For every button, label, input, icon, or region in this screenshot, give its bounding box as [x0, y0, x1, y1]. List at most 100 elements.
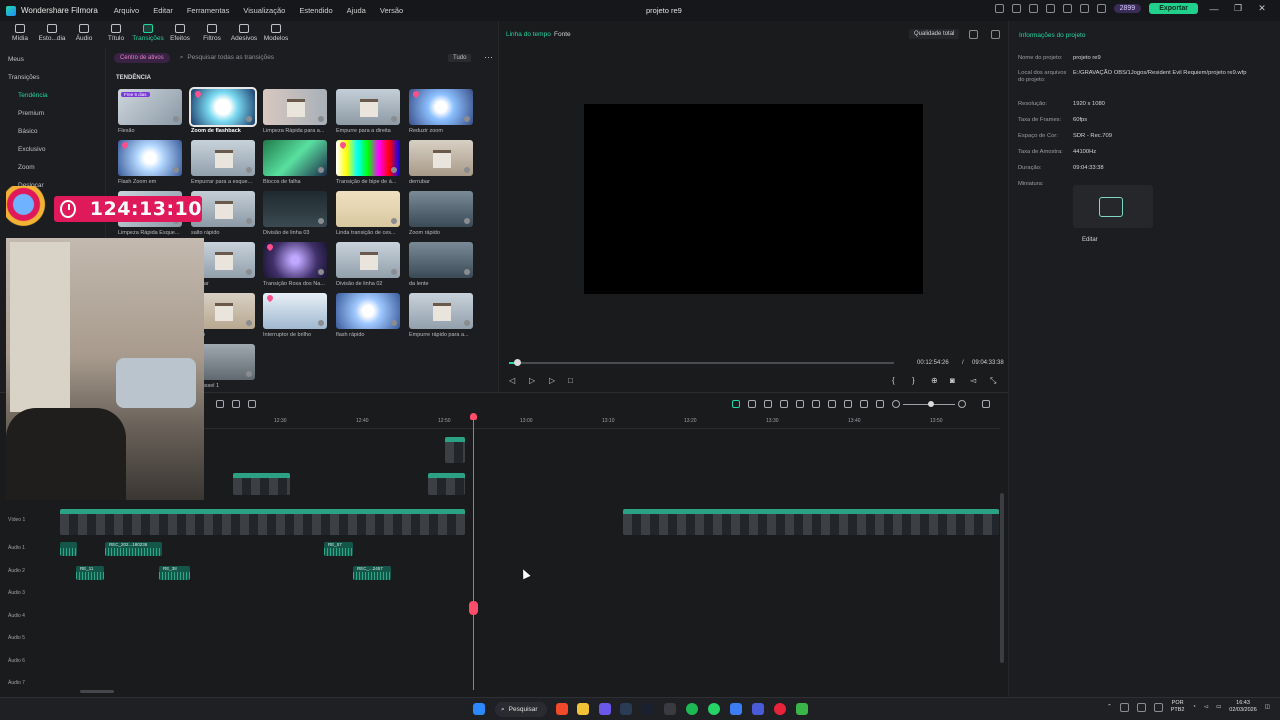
transition-card[interactable]: flash rápido — [336, 293, 400, 338]
transition-card[interactable]: Free 6 dias Flexão — [118, 89, 182, 134]
download-icon[interactable] — [246, 269, 252, 275]
asset-center-button[interactable]: Centro de ativos — [114, 52, 170, 63]
chevron-up-icon[interactable]: ⌃ — [1107, 704, 1112, 710]
preview-canvas[interactable] — [584, 104, 923, 294]
timeline-clip[interactable] — [445, 437, 465, 463]
download-icon[interactable] — [246, 218, 252, 224]
shield-icon[interactable] — [748, 400, 756, 408]
close-icon[interactable]: ✕ — [1254, 3, 1270, 14]
audio-clip[interactable]: REC_202...180236 — [105, 542, 162, 556]
mic-icon[interactable] — [828, 400, 836, 408]
brave-icon[interactable] — [556, 703, 568, 715]
transition-card[interactable]: Divisão de linha 02 — [336, 242, 400, 287]
menu-visualizacao[interactable]: Visualização — [243, 6, 285, 15]
transition-card[interactable]: Empurrar para a esque... — [191, 140, 255, 185]
stop-icon[interactable]: □ — [568, 376, 573, 385]
seek-handle[interactable] — [513, 359, 521, 366]
preview-seekbar[interactable] — [509, 359, 894, 366]
language-indicator[interactable]: POR PTB2 — [1171, 700, 1185, 714]
whatsapp-icon[interactable] — [708, 703, 720, 715]
settings-icon[interactable] — [1096, 4, 1106, 13]
category-basic[interactable]: Básico — [18, 128, 38, 135]
video-clip[interactable]: pr2 — [623, 509, 999, 535]
mixer-icon[interactable] — [844, 400, 852, 408]
playhead-knob[interactable] — [469, 601, 478, 615]
tab-effects[interactable]: Efeitos — [168, 21, 192, 47]
download-icon[interactable] — [391, 218, 397, 224]
transition-card[interactable]: Linda transição de ces... — [336, 191, 400, 236]
tab-templates[interactable]: Modelos — [264, 21, 288, 47]
opera-icon[interactable] — [774, 703, 786, 715]
filmora-icon[interactable] — [642, 703, 654, 715]
wifi-icon[interactable]: ◔ — [1193, 704, 1196, 710]
minimize-icon[interactable]: — — [1206, 4, 1222, 14]
download-icon[interactable] — [173, 167, 179, 173]
transition-card[interactable]: Zoom de flashback — [189, 87, 257, 134]
cloud-icon[interactable] — [1062, 4, 1072, 13]
export-button[interactable]: Exportar — [1149, 3, 1198, 14]
category-zoom[interactable]: Zoom — [18, 164, 35, 171]
credits-badge[interactable]: 2899 — [1113, 4, 1142, 13]
download-icon[interactable] — [464, 218, 470, 224]
transition-card[interactable]: Reduzir zoom — [409, 89, 473, 134]
category-trending[interactable]: Tendência — [18, 92, 48, 99]
download-icon[interactable] — [246, 371, 252, 377]
caption-icon[interactable] — [876, 400, 884, 408]
download-icon[interactable] — [246, 167, 252, 173]
tab-titles[interactable]: Título — [104, 21, 128, 47]
shield-check-icon[interactable] — [812, 400, 820, 408]
playhead-top-handle[interactable] — [470, 413, 477, 420]
timeline-clip[interactable] — [428, 473, 465, 495]
download-icon[interactable] — [246, 116, 252, 122]
timeline-zoom-slider[interactable] — [903, 401, 955, 407]
audio-clip[interactable]: RE_38 — [159, 566, 190, 580]
menu-arquivo[interactable]: Arquivo — [114, 6, 139, 15]
tab-filters[interactable]: Filtros — [200, 21, 224, 47]
notification-icon[interactable]: ◫ — [1265, 704, 1270, 710]
transition-card[interactable]: Transição de bipe de á... — [336, 140, 400, 185]
obs-icon[interactable] — [664, 703, 676, 715]
timeline-vertical-scrollbar[interactable] — [1000, 493, 1004, 663]
tray-app-icon[interactable] — [1136, 702, 1146, 712]
category-mine[interactable]: Meus — [8, 56, 24, 63]
download-icon[interactable] — [246, 320, 252, 326]
volume-icon[interactable]: ◅ — [970, 376, 976, 385]
menu-editar[interactable]: Editar — [153, 6, 173, 15]
edit-thumbnail-button[interactable]: Editar — [1082, 237, 1098, 243]
transition-card[interactable]: Zoom rápido — [409, 191, 473, 236]
menu-ajuda[interactable]: Ajuda — [347, 6, 366, 15]
headset-icon[interactable] — [1079, 4, 1089, 13]
mail-icon[interactable] — [1045, 4, 1055, 13]
zoom-handle[interactable] — [928, 401, 934, 407]
menu-estendido[interactable]: Estendido — [299, 6, 332, 15]
download-icon[interactable] — [318, 320, 324, 326]
monitor-icon[interactable] — [1028, 4, 1038, 13]
timeline-clip[interactable]: pr2 — [233, 473, 290, 495]
snapshot-icon[interactable] — [991, 30, 1000, 39]
volume-icon[interactable]: ◅ — [1204, 704, 1208, 710]
speed-icon[interactable] — [248, 400, 256, 408]
transition-card[interactable]: Empurre para a direita — [336, 89, 400, 134]
notepad-icon[interactable] — [796, 703, 808, 715]
crop-icon[interactable] — [216, 400, 224, 408]
download-icon[interactable] — [391, 320, 397, 326]
thumbnail-preview[interactable] — [1073, 185, 1153, 228]
download-icon[interactable] — [464, 269, 470, 275]
play-reverse-icon[interactable]: ▷ — [529, 376, 535, 385]
mark-out-icon[interactable]: } — [912, 376, 915, 385]
timeline-horizontal-scrollbar[interactable] — [80, 690, 114, 693]
download-icon[interactable] — [318, 218, 324, 224]
audio-clip[interactable]: RE_11 — [76, 566, 104, 580]
image-icon[interactable] — [860, 400, 868, 408]
prev-frame-icon[interactable]: ◁ — [509, 376, 515, 385]
grid-view-icon[interactable] — [969, 30, 978, 39]
category-exclusive[interactable]: Exclusivo — [18, 146, 45, 153]
more-options-icon[interactable]: ⋯ — [484, 52, 493, 63]
tab-transitions[interactable]: Transições — [132, 21, 164, 47]
tray-app-icon[interactable] — [1119, 702, 1129, 712]
discord-icon[interactable] — [599, 703, 611, 715]
audio-clip[interactable]: REC_...2457 — [353, 566, 391, 580]
tab-media[interactable]: Mídia — [8, 21, 32, 47]
download-icon[interactable] — [464, 167, 470, 173]
clock[interactable]: 16:43 02/03/2026 — [1229, 700, 1257, 714]
